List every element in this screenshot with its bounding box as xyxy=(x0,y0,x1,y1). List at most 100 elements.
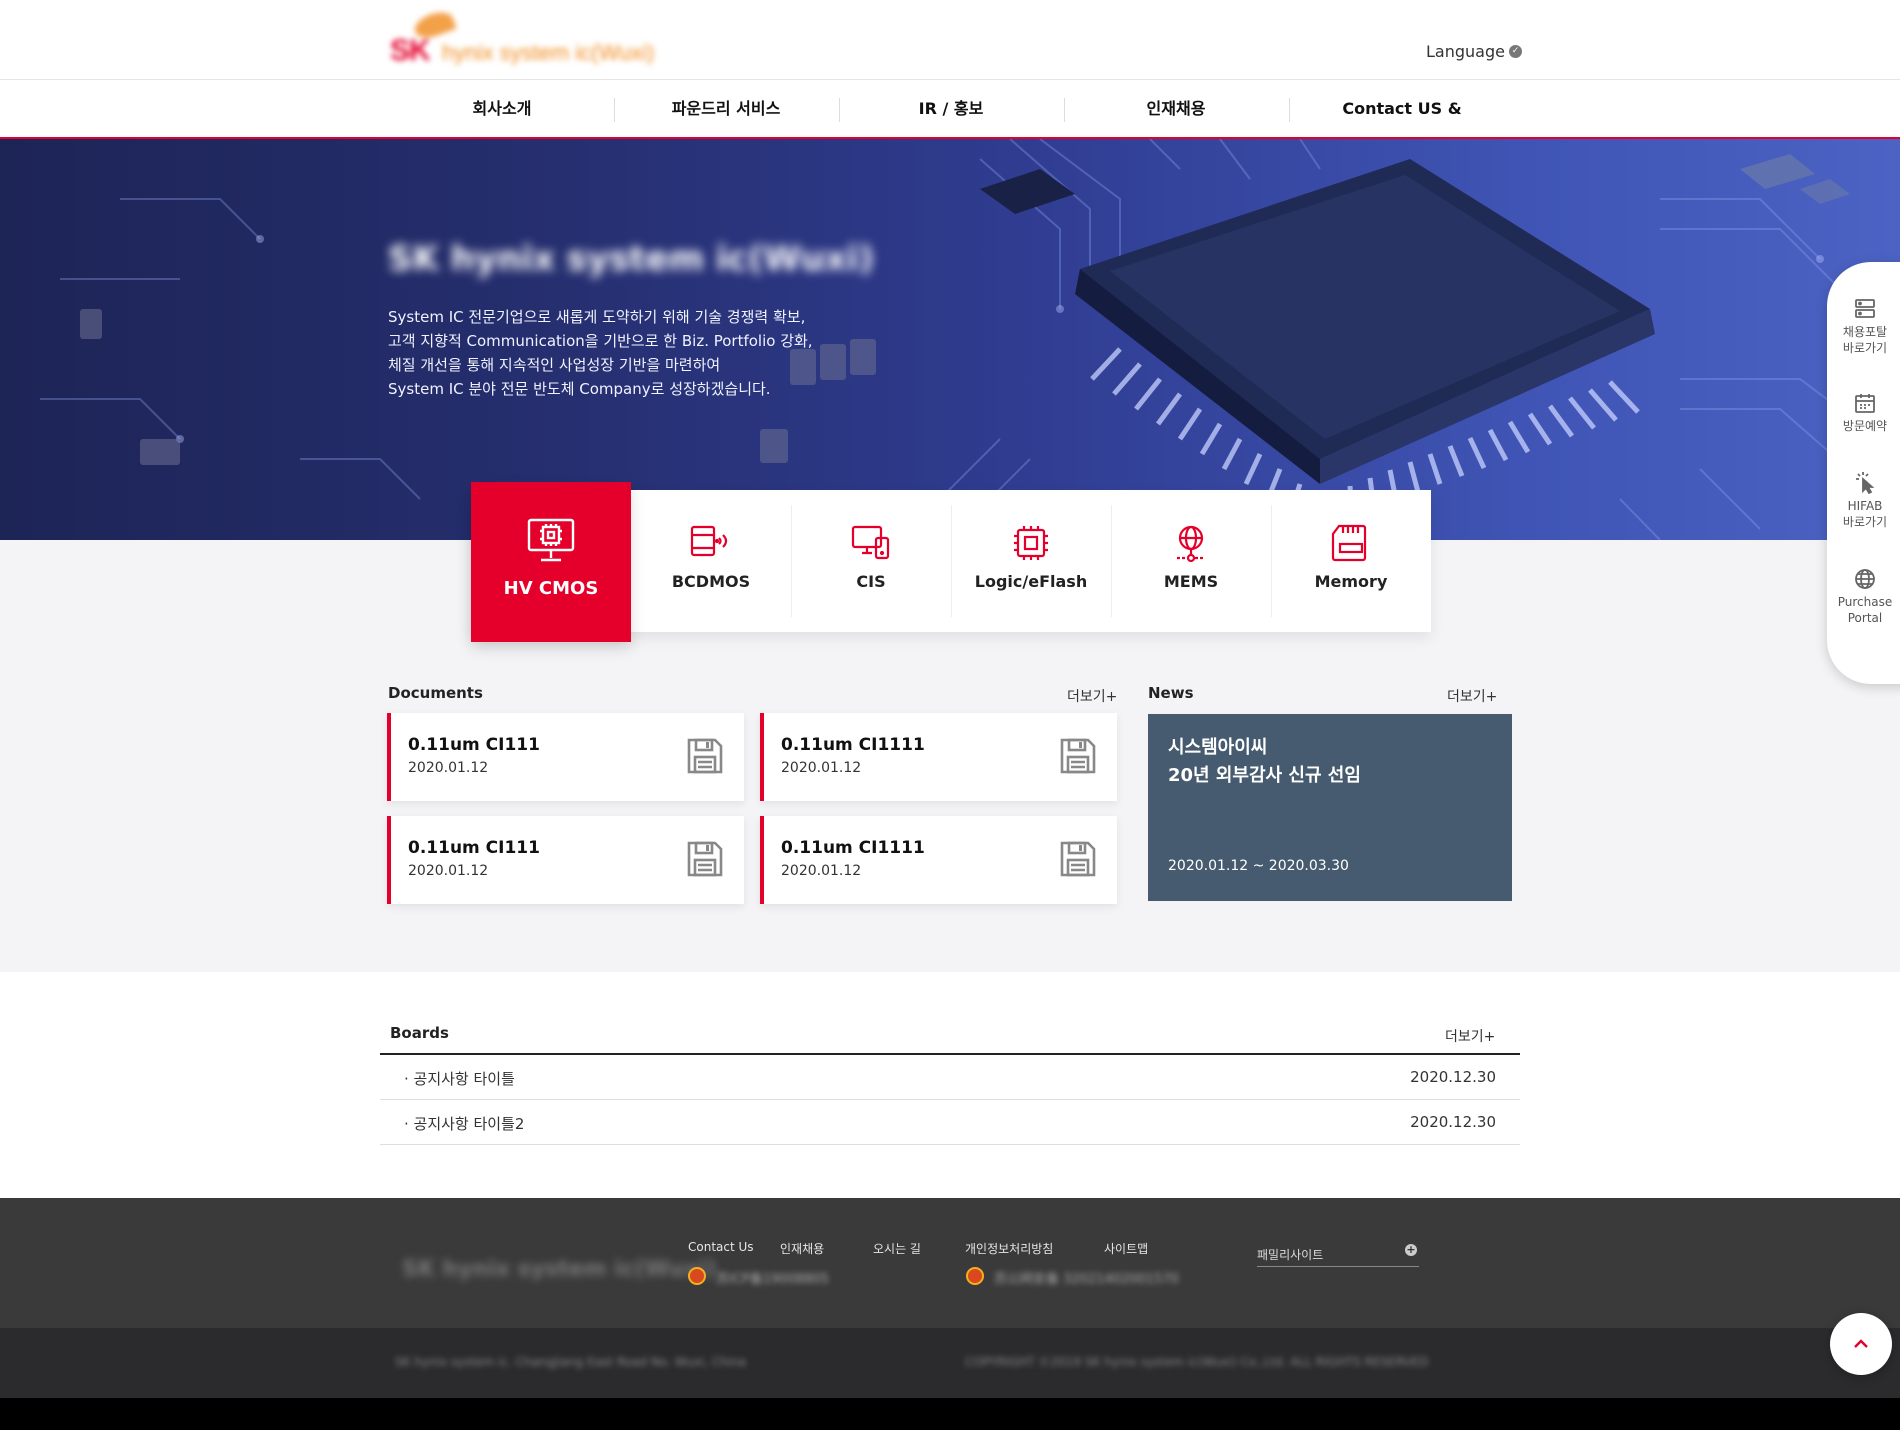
quick-menu-label: 바로가기 xyxy=(1842,515,1888,529)
boards-more-link[interactable]: 더보기+ xyxy=(1445,1026,1495,1046)
quick-menu-label: 방문예약 xyxy=(1842,419,1888,433)
hero-title: SK hynix system ic(Wuxi) xyxy=(388,239,875,279)
hero-description-line: 고객 지향적 Communication을 기반으로 한 Biz. Portfo… xyxy=(388,332,813,350)
product-tab-label: CIS xyxy=(856,572,886,591)
product-tab-label: MEMS xyxy=(1163,572,1219,591)
quick-menu-purchase-portal[interactable]: Purchase Portal xyxy=(1827,568,1900,626)
news-title: News xyxy=(1148,684,1194,702)
boards-title: Boards xyxy=(390,1024,449,1042)
footer-link-contact[interactable]: Contact Us xyxy=(688,1240,754,1254)
quick-menu-label: HIFAB xyxy=(1847,499,1883,513)
product-tab-logic-eflash[interactable]: Logic/eFlash xyxy=(951,490,1111,632)
footer-copyright: COPYRIGHT ©2019 SK hynix system ic(Wuxi)… xyxy=(965,1355,1429,1369)
plus-circle-icon: + xyxy=(1405,1243,1417,1256)
save-icon[interactable] xyxy=(686,840,724,882)
circuit-board-image xyxy=(40,139,1884,540)
logo-sk: SK xyxy=(390,34,431,67)
quick-menu-label: Purchase xyxy=(1837,595,1893,609)
product-tab-bcdmos[interactable]: BCDMOS xyxy=(631,490,791,632)
news-headline-line: 시스템아이씨 xyxy=(1168,737,1268,758)
document-date: 2020.01.12 xyxy=(408,760,489,776)
document-card[interactable]: 0.11um CI111 2020.01.12 xyxy=(387,713,744,801)
calendar-icon xyxy=(1827,392,1900,414)
globe-node-icon xyxy=(1111,524,1271,564)
nav-divider xyxy=(839,98,840,122)
product-tab-label: Memory xyxy=(1314,572,1388,591)
save-icon[interactable] xyxy=(1059,840,1097,882)
nav-item-foundry[interactable]: 파운드리 서비스 xyxy=(644,80,808,137)
globe-icon xyxy=(1827,568,1900,590)
news-period: 2020.01.12 ~ 2020.03.30 xyxy=(1168,858,1349,874)
chevron-up-icon xyxy=(1854,1339,1868,1348)
document-title: 0.11um CI111 xyxy=(408,838,540,858)
product-tab-hv-cmos[interactable]: HV CMOS xyxy=(471,482,631,642)
document-date: 2020.01.12 xyxy=(408,863,489,879)
footer-link-sitemap[interactable]: 사이트맵 xyxy=(1104,1240,1148,1257)
police-emblem-icon xyxy=(688,1267,706,1285)
chip-icon xyxy=(951,524,1111,564)
news-more-link[interactable]: 더보기+ xyxy=(1447,686,1497,706)
footer-logo: SK hynix system ic(Wuxi) xyxy=(402,1257,717,1282)
footer-license-security: 苏公网安备 32021402001570 xyxy=(994,1272,1179,1287)
family-site-label: 패밀리사이트 xyxy=(1257,1248,1324,1262)
nav-item-company[interactable]: 회사소개 xyxy=(420,80,584,137)
product-tab-cis[interactable]: CIS xyxy=(791,490,951,632)
product-tab-label: BCDMOS xyxy=(671,572,751,591)
news-headline-line: 20년 외부감사 신규 선임 xyxy=(1168,765,1361,786)
document-card[interactable]: 0.11um CI111 2020.01.12 xyxy=(387,816,744,904)
product-tab-mems[interactable]: MEMS xyxy=(1111,490,1271,632)
quick-menu-hifab[interactable]: HIFAB 바로가기 xyxy=(1827,470,1900,530)
hero-description: System IC 전문기업으로 새롭게 도약하기 위해 기술 경쟁력 확보, … xyxy=(388,305,868,401)
nav-divider xyxy=(1289,98,1290,122)
footer xyxy=(0,1198,1900,1328)
footer-edge xyxy=(0,1398,1900,1430)
board-row-date: 2020.12.30 xyxy=(1410,1068,1496,1086)
save-icon[interactable] xyxy=(686,737,724,779)
document-card[interactable]: 0.11um CI1111 2020.01.12 xyxy=(760,713,1117,801)
document-card[interactable]: 0.11um CI1111 2020.01.12 xyxy=(760,816,1117,904)
quick-menu-recruit-portal[interactable]: 채용포탈 바로가기 xyxy=(1827,298,1900,356)
monitor-chip-icon xyxy=(471,518,631,562)
scroll-to-top-button[interactable] xyxy=(1830,1313,1892,1375)
footer-address: SK hynix system ic. Changjiang East Road… xyxy=(395,1355,746,1369)
logo-text: hynix system ic(Wuxi) xyxy=(442,40,655,65)
product-tab-label: HV CMOS xyxy=(503,578,599,599)
board-row[interactable]: · 공지사항 타이틀2 2020.12.30 xyxy=(380,1100,1520,1145)
footer-link-recruit[interactable]: 인재채용 xyxy=(780,1240,824,1257)
nav-divider xyxy=(614,98,615,122)
hero-description-line: System IC 분야 전문 반도체 Company로 성장하겠습니다. xyxy=(388,380,771,398)
language-selector[interactable]: Language ✓ xyxy=(1426,42,1522,61)
save-icon[interactable] xyxy=(1059,737,1097,779)
board-row-date: 2020.12.30 xyxy=(1410,1113,1496,1131)
news-card[interactable]: 시스템아이씨 20년 외부감사 신규 선임 2020.01.12 ~ 2020.… xyxy=(1148,714,1512,901)
nav-item-recruit[interactable]: 인재채용 xyxy=(1094,80,1258,137)
quick-menu-label: 채용포탈 xyxy=(1842,325,1888,339)
quick-menu-label: Portal xyxy=(1847,611,1883,625)
nav-item-ir[interactable]: IR / 홍보 xyxy=(869,80,1033,137)
documents-title: Documents xyxy=(388,684,483,702)
device-signal-icon xyxy=(631,524,791,564)
quick-menu-label: 바로가기 xyxy=(1842,341,1888,355)
product-tab-memory[interactable]: Memory xyxy=(1271,490,1431,632)
hero-banner: SK hynix system ic(Wuxi) System IC 전문기업으… xyxy=(0,139,1900,540)
document-date: 2020.01.12 xyxy=(781,863,862,879)
quick-menu-visit[interactable]: 방문예약 xyxy=(1827,392,1900,434)
footer-license-icp: 苏ICP备19008805 xyxy=(716,1272,829,1287)
board-row-title: · 공지사항 타이틀 xyxy=(404,1070,515,1088)
family-site-select[interactable]: 패밀리사이트 + xyxy=(1257,1240,1419,1267)
memory-card-icon xyxy=(1271,524,1431,564)
hero-description-line: 체질 개선을 통해 지속적인 사업성장 기반을 마련하여 xyxy=(388,356,721,374)
board-row[interactable]: · 공지사항 타이틀 2020.12.30 xyxy=(380,1055,1520,1100)
nav-divider xyxy=(1064,98,1065,122)
document-title: 0.11um CI111 xyxy=(408,735,540,755)
board-row-title: · 공지사항 타이틀2 xyxy=(404,1115,525,1133)
footer-link-directions[interactable]: 오시는 길 xyxy=(873,1240,921,1257)
company-logo[interactable]: SK hynix system ic(Wuxi) xyxy=(386,7,671,72)
news-headline: 시스템아이씨 20년 외부감사 신규 선임 xyxy=(1168,734,1361,790)
language-label: Language xyxy=(1426,42,1505,61)
documents-more-link[interactable]: 더보기+ xyxy=(1067,686,1117,706)
nav-item-contact[interactable]: Contact US & Support xyxy=(1304,80,1500,175)
footer-bottom-bar xyxy=(0,1328,1900,1398)
footer-link-privacy[interactable]: 개인정보처리방침 xyxy=(965,1240,1053,1257)
document-title: 0.11um CI1111 xyxy=(781,735,925,755)
